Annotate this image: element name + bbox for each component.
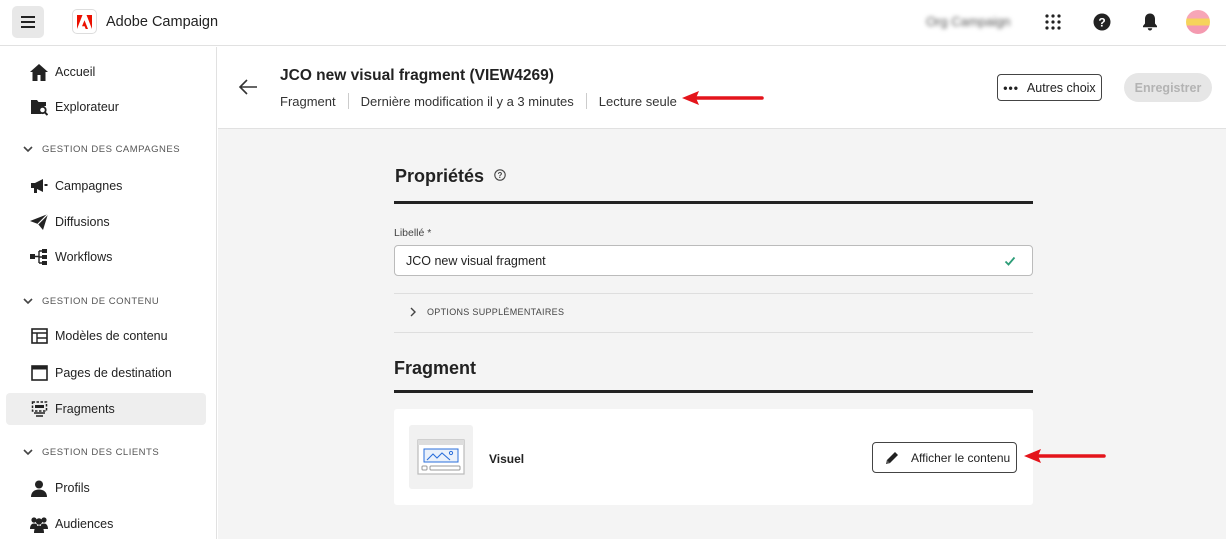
sidebar-item-audiences[interactable]: Audiences	[6, 508, 206, 539]
bell-icon	[1143, 13, 1157, 31]
sidebar-item-label: Campagnes	[55, 179, 123, 193]
sidebar-item-label: Workflows	[55, 250, 113, 264]
pencil-icon	[886, 451, 898, 464]
explorer-icon	[30, 98, 48, 116]
apps-grid-button[interactable]	[1042, 11, 1064, 33]
sidebar-item-fragments[interactable]: Fragments	[6, 393, 206, 425]
back-arrow-icon[interactable]	[238, 77, 258, 97]
app-name: Adobe Campaign	[106, 14, 219, 30]
show-content-button[interactable]: Afficher le contenu	[872, 442, 1017, 473]
svg-text:?: ?	[498, 171, 503, 180]
sidebar-item-pages-de-destination[interactable]: Pages de destination	[6, 357, 206, 389]
properties-section-title: Propriétés ?	[395, 166, 506, 187]
annotation-arrow-readonly	[682, 91, 764, 105]
more-options-button[interactable]: ••• Autres choix	[997, 74, 1102, 101]
notifications-button[interactable]	[1139, 11, 1161, 33]
top-bar: Adobe Campaign Org Campaign ?	[0, 0, 1226, 46]
sidebar-item-label: Audiences	[55, 517, 114, 531]
fragment-type-label: Visuel	[489, 452, 525, 466]
sidebar-item-label: Fragments	[55, 402, 115, 416]
additional-options-toggle[interactable]: OPTIONS SUPPLÉMENTAIRES	[408, 307, 564, 317]
sidebar-item-label: Accueil	[55, 65, 96, 79]
audiences-icon	[30, 515, 48, 533]
org-switcher[interactable]: Org Campaign	[926, 14, 1011, 29]
sidebar-item-label: Profils	[55, 481, 90, 495]
section-title: GESTION DES CLIENTS	[42, 446, 160, 458]
sidebar-item-modeles-de-contenu[interactable]: Modèles de contenu	[6, 320, 206, 352]
label-field-label: Libellé *	[394, 227, 432, 239]
template-icon	[30, 327, 48, 345]
sidebar-item-profils[interactable]: Profils	[6, 472, 206, 504]
profile-icon	[30, 479, 48, 497]
section-gestion-des-campagnes[interactable]: GESTION DES CAMPAGNES	[22, 141, 180, 157]
visual-fragment-icon	[417, 439, 465, 475]
chevron-down-icon	[23, 146, 33, 153]
sidebar-item-label: Diffusions	[55, 215, 110, 229]
chevron-right-icon	[410, 307, 416, 317]
chevron-down-icon	[23, 449, 33, 456]
properties-title: Propriétés	[395, 166, 485, 186]
checkmark-icon	[1004, 256, 1016, 266]
svg-text:?: ?	[1098, 16, 1105, 30]
sidebar-item-campagnes[interactable]: Campagnes	[6, 170, 206, 202]
fragment-icon	[30, 400, 48, 418]
additional-options-label: OPTIONS SUPPLÉMENTAIRES	[427, 307, 565, 317]
options-top-divider	[394, 293, 1033, 294]
help-button[interactable]: ?	[1091, 11, 1113, 33]
options-bottom-divider	[394, 332, 1033, 333]
sidebar: Accueil Explorateur GESTION DES CAMPAGNE…	[0, 47, 217, 539]
hamburger-menu-button[interactable]	[12, 6, 44, 38]
section-title: GESTION DE CONTENU	[42, 295, 160, 307]
fragment-card: Visuel Afficher le contenu	[394, 409, 1033, 505]
meta-separator	[585, 93, 587, 109]
section-gestion-des-clients[interactable]: GESTION DES CLIENTS	[22, 444, 159, 460]
header-meta: Fragment Dernière modification il y a 3 …	[280, 93, 677, 109]
sidebar-item-label: Pages de destination	[55, 366, 172, 380]
hamburger-icon	[21, 16, 35, 28]
more-icon: •••	[1003, 80, 1019, 95]
sidebar-item-label: Modèles de contenu	[55, 329, 168, 343]
megaphone-icon	[30, 177, 48, 195]
sidebar-item-accueil[interactable]: Accueil	[6, 56, 206, 88]
properties-divider	[394, 201, 1033, 204]
meta-separator	[347, 93, 349, 109]
more-options-label: Autres choix	[1026, 80, 1096, 95]
show-content-label: Afficher le contenu	[911, 450, 1011, 465]
label-input-value: JCO new visual fragment	[406, 254, 546, 268]
fragment-divider	[394, 390, 1033, 393]
section-gestion-de-contenu[interactable]: GESTION DE CONTENU	[22, 293, 159, 309]
help-icon: ?	[1093, 13, 1111, 31]
workflow-icon	[30, 248, 48, 266]
help-circle-icon[interactable]: ?	[494, 169, 506, 181]
meta-type: Fragment	[280, 93, 336, 109]
label-input[interactable]: JCO new visual fragment	[394, 245, 1033, 276]
sidebar-item-explorateur[interactable]: Explorateur	[6, 91, 206, 123]
save-button[interactable]: Enregistrer	[1124, 73, 1212, 102]
meta-last-modified: Dernière modification il y a 3 minutes	[360, 93, 574, 109]
home-icon	[30, 63, 48, 81]
user-avatar[interactable]	[1186, 10, 1210, 34]
section-title: GESTION DES CAMPAGNES	[42, 143, 181, 155]
main-content: Propriétés ? Libellé * JCO new visual fr…	[218, 129, 1226, 539]
adobe-logo-icon	[77, 14, 92, 29]
chevron-down-icon	[23, 298, 33, 305]
send-icon	[30, 213, 48, 231]
page-title: JCO new visual fragment (VIEW4269)	[280, 67, 554, 84]
annotation-arrow-show-content	[1024, 449, 1106, 463]
sidebar-item-diffusions[interactable]: Diffusions	[6, 206, 206, 238]
apps-grid-icon	[1045, 14, 1061, 30]
meta-status: Lecture seule	[598, 93, 677, 109]
fragment-section-title: Fragment	[394, 358, 477, 378]
landing-page-icon	[30, 364, 48, 382]
sidebar-item-label: Explorateur	[55, 100, 119, 114]
visual-thumbnail	[409, 425, 473, 489]
sidebar-item-workflows[interactable]: Workflows	[6, 241, 206, 273]
adobe-logo[interactable]	[72, 9, 97, 34]
